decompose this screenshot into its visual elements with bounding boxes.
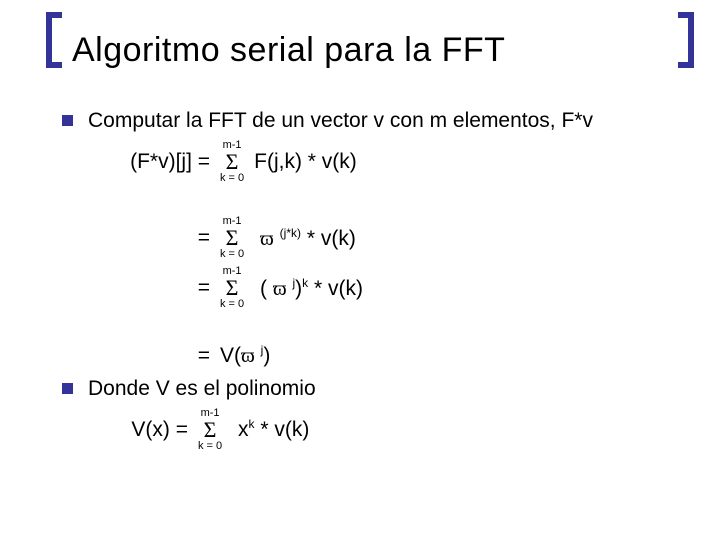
equation-2: = m-1 Σ k = 0 ϖ (j*k) * v(k) (108, 216, 680, 260)
equation-4: = V(ϖ j) (108, 342, 680, 369)
sigma-icon: Σ (204, 419, 217, 441)
slide-title: Algoritmo serial para la FFT (72, 31, 505, 70)
bullet-1-text: Computar la FFT de un vector v con m ele… (88, 109, 593, 132)
bullet-1: Computar la FFT de un vector v con m ele… (62, 108, 680, 134)
omega-icon: ϖ (260, 226, 274, 250)
eq5-sum-lower: k = 0 (198, 441, 222, 452)
equation-1: (F*v)[j] = m-1 Σ k = 0 F(j,k) * v(k) (108, 140, 680, 184)
sigma-icon: Σ (226, 277, 239, 299)
eq3-rhs: ( ϖ j)k * v(k) (254, 275, 363, 302)
eq3-sum-lower: k = 0 (220, 299, 244, 310)
eq5-post: * v(k) (255, 418, 310, 441)
eq2-sum-lower: k = 0 (220, 249, 244, 260)
eq1-sum-lower: k = 0 (220, 173, 244, 184)
eq3-sum: m-1 Σ k = 0 (220, 266, 244, 310)
omega-icon: ϖ (273, 276, 287, 300)
eq1-lhs: (F*v)[j] = (108, 149, 210, 175)
eq3-inner-exp: j (293, 276, 296, 290)
eq5-x: x (238, 418, 249, 441)
eq5-sum: m-1 Σ k = 0 (198, 408, 222, 452)
bullet-icon (62, 115, 73, 126)
sigma-icon: Σ (226, 227, 239, 249)
eq2-rhs: ϖ (j*k) * v(k) (254, 225, 356, 252)
bullet-2-text: Donde V es el polinomio (88, 377, 316, 400)
eq2-lhs: = (108, 225, 210, 251)
eq5-rhs: xk * v(k) (232, 417, 309, 443)
eq1-sum: m-1 Σ k = 0 (220, 140, 244, 184)
eq3-tail: * v(k) (308, 277, 363, 300)
eq3-lhs: = (108, 275, 210, 301)
eq2-tail: * v(k) (301, 227, 356, 250)
eq4-post: ) (263, 344, 270, 367)
equation-5: V(x) = m-1 Σ k = 0 xk * v(k) (108, 408, 680, 452)
title-area: Algoritmo serial para la FFT (62, 20, 680, 80)
bullet-icon (62, 383, 73, 394)
omega-icon: ϖ (241, 343, 255, 367)
eq4-lhs: = (108, 343, 210, 369)
sigma-icon: Σ (226, 151, 239, 173)
eq5-lhs: V(x) = (108, 417, 188, 443)
eq1-rhs: F(j,k) * v(k) (254, 149, 357, 175)
equation-3: = m-1 Σ k = 0 ( ϖ j)k * v(k) (108, 266, 680, 310)
bullet-2: Donde V es el polinomio (62, 376, 680, 402)
slide: Algoritmo serial para la FFT Computar la… (0, 0, 720, 540)
eq4-pre: V( (220, 344, 241, 367)
eq2-omega-exp: (j*k) (280, 226, 301, 240)
slide-body: Computar la FFT de un vector v con m ele… (62, 108, 680, 452)
eq4-rhs: V(ϖ j) (220, 342, 270, 369)
eq2-sum: m-1 Σ k = 0 (220, 216, 244, 260)
